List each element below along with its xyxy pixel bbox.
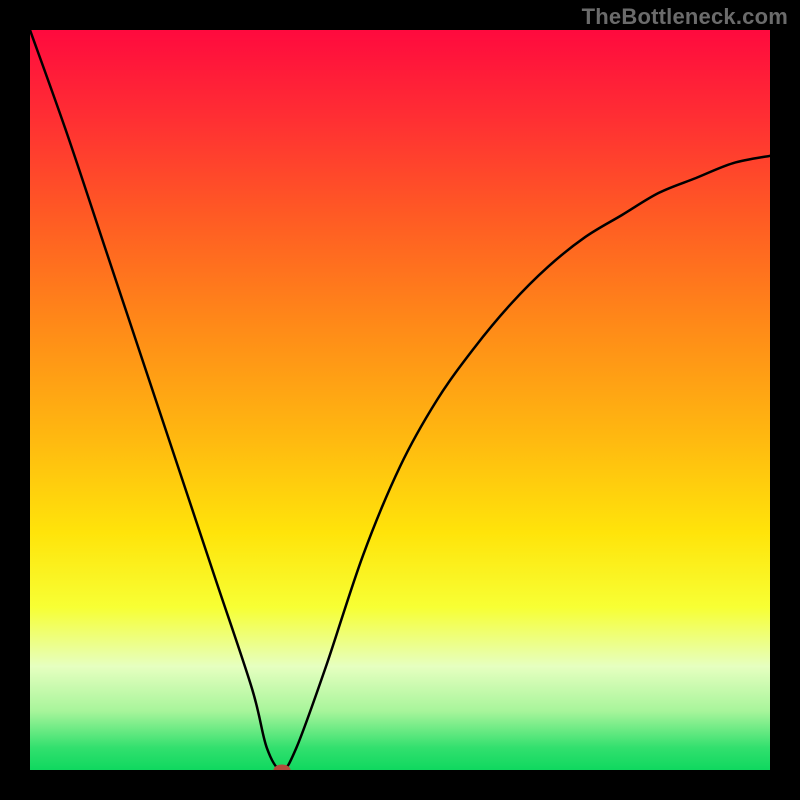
chart-container: TheBottleneck.com — [0, 0, 800, 800]
plot-area — [30, 30, 770, 770]
minimum-marker — [273, 765, 290, 771]
bottleneck-curve — [30, 30, 770, 770]
attribution-text: TheBottleneck.com — [582, 4, 788, 30]
